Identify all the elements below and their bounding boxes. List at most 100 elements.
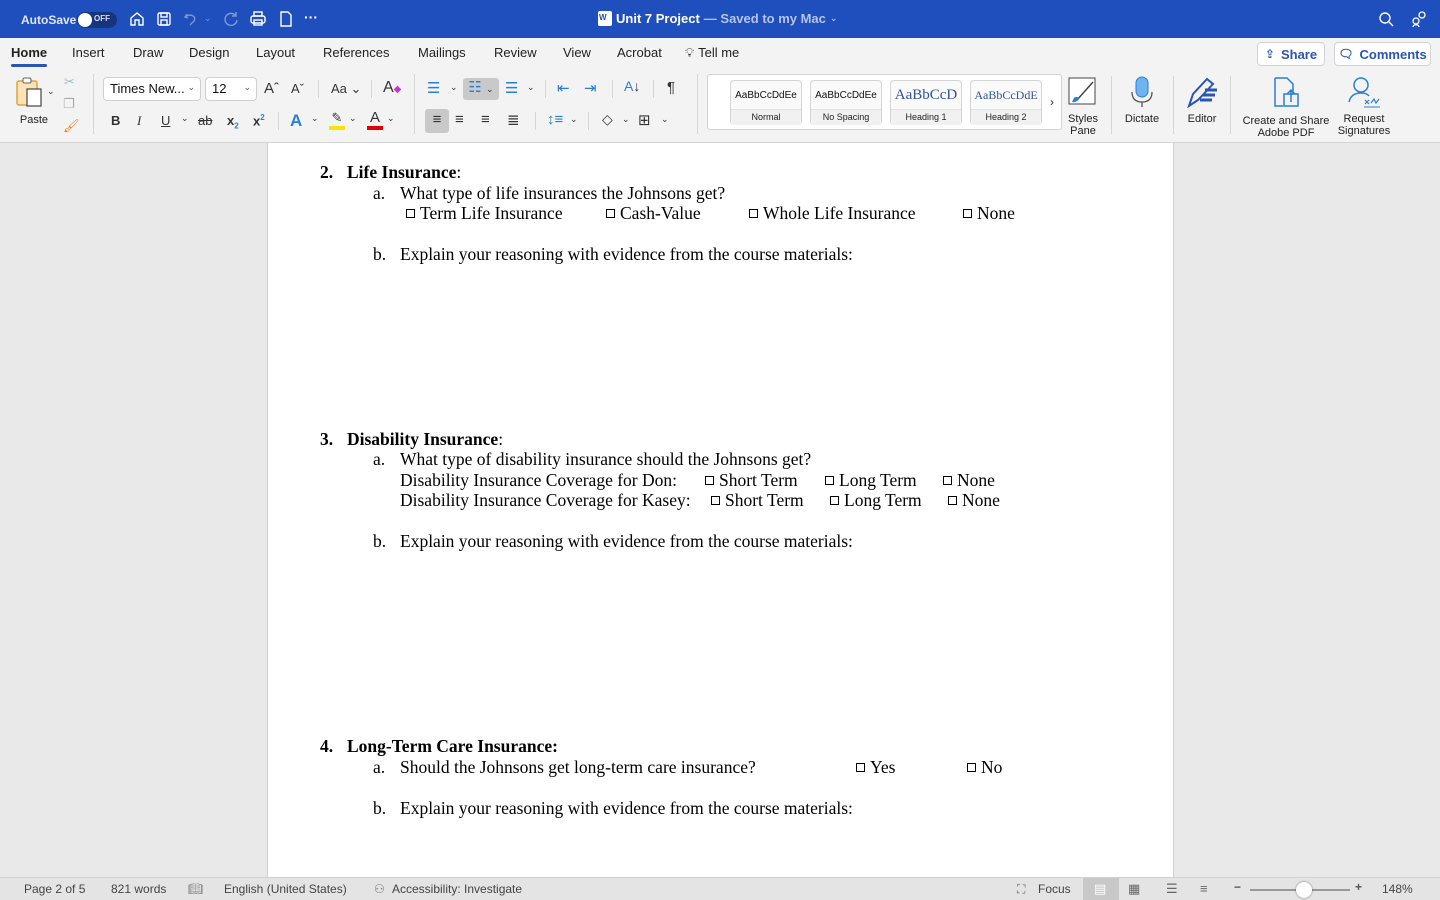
highlight-icon[interactable]: ✎ [329, 110, 345, 130]
change-case-icon[interactable]: Aa ⌄ [331, 81, 361, 97]
style-no-spacing[interactable]: AaBbCcDdEe No Spacing [810, 80, 882, 125]
option-checkbox[interactable]: Short Term [705, 470, 798, 491]
create-share-pdf-button[interactable]: Create and Share Adobe PDF [1240, 76, 1332, 139]
tab-acrobat[interactable]: Acrobat [617, 45, 662, 60]
paste-button[interactable]: Paste [14, 77, 56, 126]
sort-icon[interactable]: A↓ [624, 78, 640, 94]
zoom-level[interactable]: 148% [1382, 882, 1413, 896]
shrink-font-icon[interactable]: Aˇ [291, 81, 304, 96]
home-icon[interactable] [128, 10, 146, 28]
draft-view-icon[interactable]: ≡ [1200, 881, 1208, 896]
option-checkbox[interactable]: None [948, 490, 1000, 511]
italic-icon[interactable]: I [137, 113, 141, 129]
superscript-icon[interactable]: x2 [253, 113, 265, 128]
tab-mailings[interactable]: Mailings [418, 45, 466, 60]
save-icon[interactable] [155, 10, 173, 28]
accessibility-status[interactable]: Accessibility: Investigate [392, 882, 522, 896]
option-checkbox[interactable]: No [967, 757, 1002, 778]
cut-icon[interactable]: ✂︎ [64, 74, 75, 90]
comments-button[interactable]: 🗨︎ Comments [1334, 42, 1431, 66]
style-normal[interactable]: AaBbCcDdEe Normal [730, 80, 802, 125]
tab-design[interactable]: Design [189, 45, 229, 60]
option-checkbox[interactable]: Long Term [830, 490, 922, 511]
zoom-out-icon[interactable]: − [1234, 880, 1241, 894]
tab-home[interactable]: Home [11, 45, 48, 67]
print-icon[interactable] [249, 10, 267, 28]
font-size-select[interactable]: 12 ⌄ [205, 77, 257, 101]
style-heading-2[interactable]: AaBbCcDdE Heading 2 [970, 80, 1042, 125]
autosave-toggle[interactable]: OFF [77, 12, 117, 28]
shading-icon[interactable]: ◇ [602, 111, 613, 128]
zoom-slider-handle[interactable] [1296, 882, 1312, 898]
search-icon[interactable] [1377, 10, 1395, 28]
increase-indent-icon[interactable]: ⇥ [584, 79, 597, 97]
align-center-icon[interactable]: ≡ [455, 111, 464, 128]
option-checkbox[interactable]: None [943, 470, 995, 491]
word-count[interactable]: 821 words [111, 882, 166, 896]
align-right-icon[interactable]: ≡ [481, 111, 490, 128]
editor-button[interactable]: Editor [1181, 76, 1223, 126]
dictate-button[interactable]: Dictate [1120, 76, 1164, 126]
undo-dropdown-icon[interactable]: ⌄ [204, 13, 214, 31]
font-color-icon[interactable]: A [367, 109, 383, 130]
bold-icon[interactable]: B [111, 113, 120, 128]
option-checkbox[interactable]: Term Life Insurance [406, 203, 563, 224]
line-spacing-dropdown[interactable]: ⌄ [570, 114, 578, 125]
option-checkbox[interactable]: Long Term [825, 470, 917, 491]
style-heading-1[interactable]: AaBbCcD Heading 1 [890, 80, 962, 125]
option-checkbox[interactable]: Whole Life Insurance [749, 203, 916, 224]
option-checkbox[interactable]: None [963, 203, 1015, 224]
share-button[interactable]: ⇪ Share [1257, 42, 1325, 66]
tab-insert[interactable]: Insert [72, 45, 105, 60]
line-spacing-icon[interactable]: ↕≡ [547, 111, 563, 128]
borders-dropdown[interactable]: ⌄ [661, 114, 669, 125]
strikethrough-icon[interactable]: ab [198, 113, 212, 128]
copy-icon[interactable]: ❐ [63, 96, 75, 112]
option-checkbox[interactable]: Short Term [711, 490, 804, 511]
underline-dropdown[interactable]: ⌄ [181, 113, 189, 124]
text-effects-icon[interactable]: A [290, 111, 302, 131]
page-count[interactable]: Page 2 of 5 [24, 882, 85, 896]
people-icon[interactable] [1410, 10, 1428, 28]
document-title[interactable]: Unit 7 Project — Saved to my Mac ⌄ [598, 11, 837, 26]
multilevel-dropdown[interactable]: ⌄ [527, 82, 535, 93]
decrease-indent-icon[interactable]: ⇤ [557, 79, 570, 97]
focus-button[interactable]: Focus [1038, 882, 1071, 896]
clear-formatting-icon[interactable]: A◆ [383, 79, 401, 97]
justify-icon[interactable]: ≣ [507, 111, 520, 129]
outline-view-icon[interactable]: ☰ [1166, 881, 1178, 897]
font-color-dropdown[interactable]: ⌄ [387, 113, 395, 124]
tab-draw[interactable]: Draw [133, 45, 163, 60]
text-effects-dropdown[interactable]: ⌄ [311, 113, 319, 124]
highlight-dropdown[interactable]: ⌄ [349, 113, 357, 124]
font-name-select[interactable]: Times New... ⌄ [103, 77, 201, 101]
language[interactable]: English (United States) [224, 882, 347, 896]
bullets-dropdown[interactable]: ⌄ [450, 82, 458, 93]
multilevel-list-icon[interactable]: ☰ [505, 79, 518, 97]
styles-pane-button[interactable]: Styles Pane [1064, 76, 1102, 137]
subscript-icon[interactable]: x2 [227, 113, 239, 131]
underline-icon[interactable]: U [161, 113, 170, 128]
tell-me[interactable]: 💡︎ Tell me [685, 45, 739, 61]
more-icon[interactable]: ··· [304, 9, 322, 27]
new-document-icon[interactable] [277, 10, 295, 28]
tab-layout[interactable]: Layout [256, 45, 295, 60]
chevron-right-icon[interactable]: › [1050, 95, 1054, 109]
print-layout-icon[interactable]: ▤ [1094, 881, 1106, 897]
web-layout-icon[interactable]: ▦ [1128, 881, 1140, 897]
shading-dropdown[interactable]: ⌄ [622, 114, 630, 125]
zoom-in-icon[interactable]: + [1355, 880, 1362, 894]
undo-icon[interactable] [182, 10, 200, 28]
format-painter-icon[interactable]: 🖌︎ [63, 118, 80, 134]
tab-review[interactable]: Review [494, 45, 537, 60]
option-checkbox[interactable]: Cash-Value [606, 203, 701, 224]
paste-options-chevron[interactable]: ⌄ [47, 86, 55, 97]
document-page[interactable]: 2. Life Insurance: a. What type of life … [267, 143, 1174, 877]
grow-font-icon[interactable]: Aˆ [264, 80, 279, 97]
show-formatting-icon[interactable]: ¶ [667, 79, 675, 96]
proofing-icon[interactable]: 📖︎ [188, 882, 203, 896]
numbering-icon[interactable]: ☷ ⌄ [463, 78, 499, 100]
align-left-icon[interactable]: ≡ [425, 109, 449, 133]
option-checkbox[interactable]: Yes [856, 757, 895, 778]
redo-icon[interactable] [222, 10, 240, 28]
